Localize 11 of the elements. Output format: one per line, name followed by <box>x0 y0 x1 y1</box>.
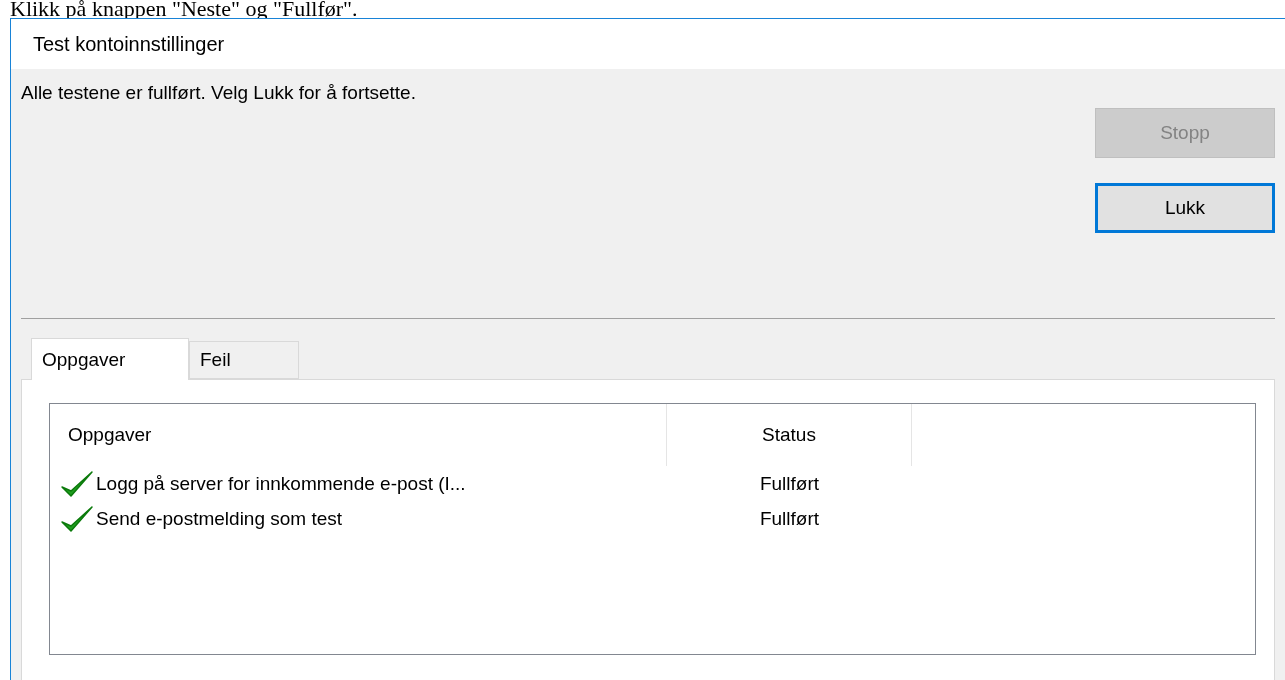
dialog-button[interactable]: Lukk <box>1095 183 1275 233</box>
task-status: Fullført <box>759 472 820 495</box>
task-name: Send e-postmelding som test <box>96 507 343 530</box>
task-name: Logg på server for innkommende e-post (I... <box>96 472 466 495</box>
column-header[interactable]: Oppgaver <box>50 404 667 466</box>
tab[interactable]: Oppgaver <box>31 338 189 380</box>
task-status: Fullført <box>759 507 820 530</box>
tab[interactable]: Feil <box>189 341 299 379</box>
window-title: Test kontoinnstillinger <box>33 32 225 56</box>
column-header[interactable]: Status <box>667 404 912 466</box>
status-message: Alle testene er fullført. Velg Lukk for å fortsette. <box>21 82 416 105</box>
